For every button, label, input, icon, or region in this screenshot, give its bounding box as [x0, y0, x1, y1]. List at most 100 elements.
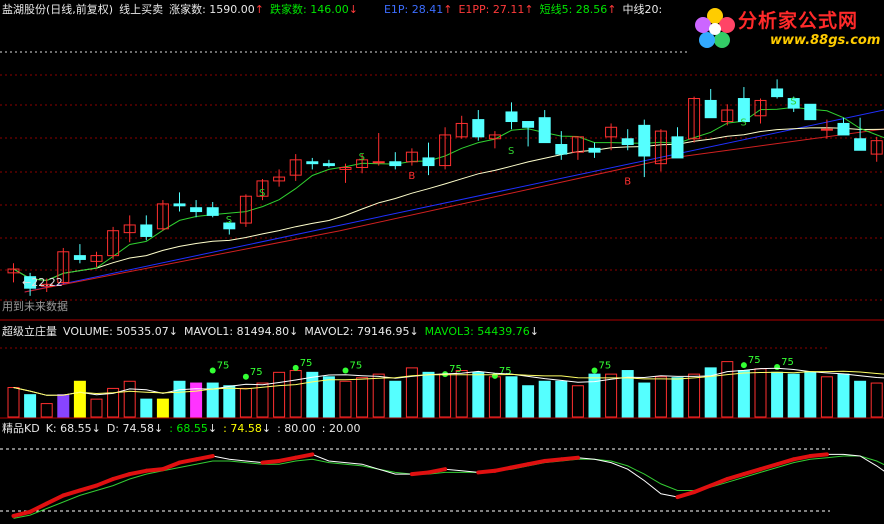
- kd-rising-segment: [509, 462, 531, 470]
- kd-v2: : 74.58: [223, 422, 262, 435]
- volume-bar: [754, 368, 767, 418]
- kd-v1: : 68.55: [169, 422, 208, 435]
- volume-signal-dot: [209, 367, 216, 374]
- volume-bar: [804, 371, 817, 418]
- moving-averages: [13, 106, 884, 293]
- trend-line-blue: [24, 109, 884, 293]
- mid-line-20: [13, 127, 884, 282]
- volume-bar: [455, 370, 468, 418]
- mavol3-arrow-icon: ↓: [529, 325, 540, 338]
- volume-bar: [90, 398, 103, 418]
- kd-panel-header: 精品KD K: 68.55↓ D: 74.58↓: 68.55↓: 74.58↓: …: [2, 422, 366, 435]
- candle-body: [820, 128, 833, 131]
- volume-bar: [322, 376, 335, 418]
- kd-rising-segments: [11, 452, 829, 518]
- volume-bar: [721, 361, 734, 418]
- kd-d-arrow-icon: ↓: [154, 422, 164, 435]
- low-price-label: ←22.22: [22, 276, 63, 289]
- volume-signal-label: 75: [250, 367, 263, 378]
- candle-body: [206, 207, 219, 216]
- kd-rising-segment: [542, 457, 564, 463]
- candles: [7, 79, 883, 296]
- kd-v3: : 80.00: [277, 422, 316, 435]
- volume-bar: [771, 371, 784, 418]
- volume-bar: [870, 382, 883, 418]
- volume-signal-label: 75: [350, 361, 363, 372]
- chart-canvas: SSSBSBSS 757575757575757575757575: [0, 51, 884, 519]
- kd-v2-arrow-icon: ↓: [261, 422, 272, 435]
- kd-rising-segment: [675, 490, 697, 500]
- candle-body: [538, 117, 551, 144]
- volume-bar: [439, 373, 452, 418]
- kd-title: 精品KD: [2, 422, 40, 435]
- main-panel-header: 盐湖股份(日线,前复权) 线上买卖 涨家数: 1590.00↑ 跌家数: 146.00…: [2, 3, 668, 16]
- volume-signal-dot: [292, 364, 299, 371]
- volume-bar: [140, 398, 153, 418]
- signal-marker-b: B: [408, 171, 415, 182]
- e1p-value: E1P: 28.41: [383, 3, 444, 16]
- volume-bar: [289, 370, 302, 418]
- mavol2-value: MAVOL2: 79146.95: [304, 325, 410, 338]
- volume-bar: [356, 377, 369, 418]
- kd-k-arrow-icon: ↓: [91, 422, 101, 435]
- volume-bar: [605, 373, 618, 418]
- kd-d-value: D: 74.58: [106, 422, 154, 435]
- volume-signal-dot: [740, 362, 747, 369]
- volume-bar: [190, 382, 203, 418]
- volume-bar: [156, 398, 169, 418]
- trend-line-red: [24, 128, 884, 293]
- volume-signal-dot: [242, 373, 249, 380]
- volume-bar: [372, 373, 385, 418]
- volume-bar: [588, 373, 601, 418]
- kd-rising-segment: [559, 455, 580, 462]
- candle-body: [804, 103, 817, 121]
- volume-bar: [24, 394, 37, 418]
- rise-count: 涨家数: 1590.00: [169, 3, 255, 16]
- mavol1-value: MAVOL1: 81494.80: [183, 325, 290, 338]
- volume-bar: [57, 394, 70, 418]
- kd-k-line: [13, 453, 884, 517]
- chart-window: SSSBSBSS 757575757575757575757575 盐湖股份(日…: [0, 0, 884, 524]
- kd-rising-segment: [194, 454, 215, 462]
- volume-bar: [40, 403, 53, 418]
- kd-rising-segment: [791, 454, 813, 462]
- kd-rising-segment: [293, 452, 315, 460]
- candle-body: [389, 161, 402, 167]
- candle-body: [771, 88, 784, 98]
- kd-rising-segment: [77, 483, 99, 493]
- e1pp-arrow-icon: ↑: [524, 3, 534, 16]
- logo-url: www.88gs.com: [770, 33, 881, 48]
- kd-rising-segment: [476, 468, 497, 475]
- volume-signal-label: 75: [748, 355, 761, 366]
- volume-signal-label: 75: [499, 366, 512, 377]
- volume-bar: [472, 371, 485, 418]
- volume-bar: [505, 376, 518, 418]
- candle-body: [621, 138, 634, 146]
- candle-body: [837, 122, 850, 136]
- kd-lines: [11, 452, 884, 519]
- volume-bar: [339, 380, 352, 418]
- volume-bar: [522, 385, 535, 418]
- volume-signal-dot: [774, 363, 781, 370]
- signal-marker-s: S: [740, 117, 746, 128]
- volume-bar: [123, 380, 136, 418]
- signal-marker-s: S: [359, 152, 365, 163]
- candle-body: [306, 161, 319, 165]
- volume-value: VOLUME: 50535.07: [63, 325, 169, 338]
- volume-bar: [671, 377, 684, 418]
- candle-body: [505, 111, 518, 123]
- kd-d-line: [13, 455, 884, 519]
- kd-rising-segment: [492, 465, 514, 473]
- signal-marker-s: S: [226, 215, 232, 226]
- candle-body: [190, 207, 203, 213]
- grid-lines: [0, 51, 884, 512]
- volume-bar: [688, 373, 701, 418]
- volume-bar: [555, 380, 568, 418]
- candle-body: [173, 203, 186, 207]
- mavol2-arrow-icon: ↓: [409, 325, 419, 338]
- volume-title: 超级立庄量: [2, 325, 57, 338]
- volume-signal-label: 75: [217, 361, 230, 372]
- kd-rising-segment: [61, 488, 82, 498]
- volume-signal-label: 75: [300, 358, 313, 369]
- candle-body: [522, 121, 535, 128]
